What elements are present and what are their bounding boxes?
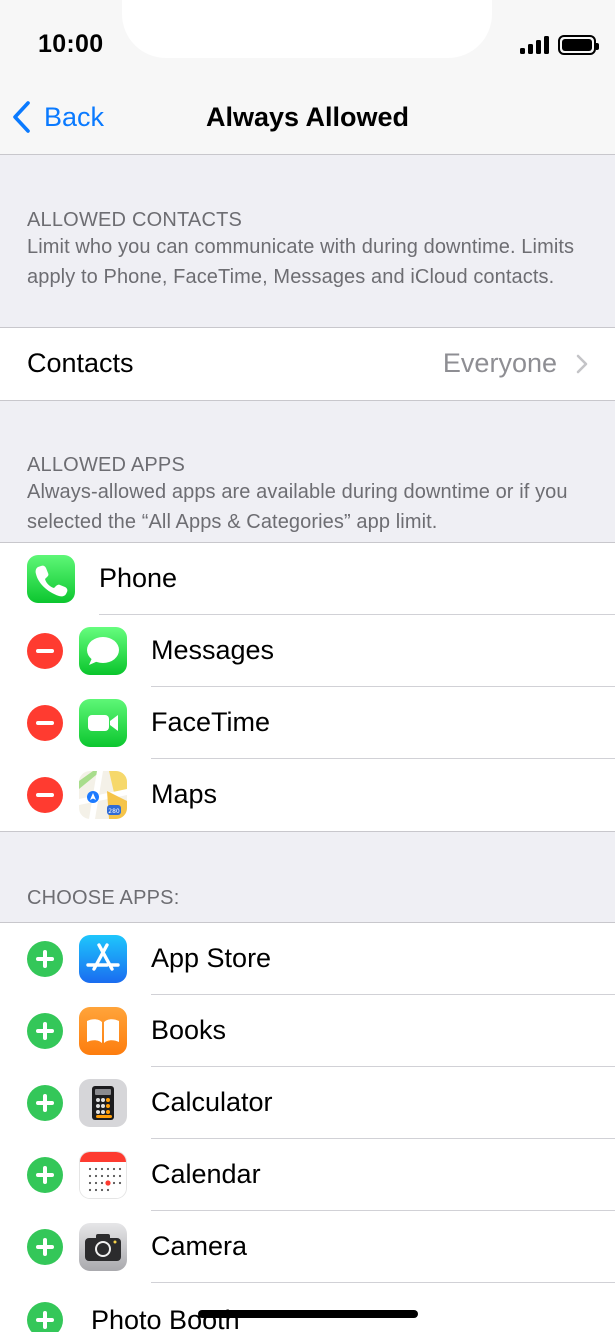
facetime-icon xyxy=(79,699,127,747)
home-indicator xyxy=(198,1310,418,1318)
battery-icon xyxy=(558,35,599,55)
add-photo-booth-button[interactable] xyxy=(27,1302,63,1332)
page-title: Always Allowed xyxy=(205,102,410,132)
list-item-calendar: Calendar xyxy=(0,1139,615,1211)
add-camera-button[interactable] xyxy=(27,1229,63,1265)
maps-icon: 280 xyxy=(79,771,127,819)
status-bar: 10:00 xyxy=(0,0,615,80)
choose-apps-group: App Store Books Calculator Calendar Came… xyxy=(0,922,615,1332)
app-label: Books xyxy=(151,1015,227,1045)
list-item-maps: 280 Maps xyxy=(0,759,615,831)
remove-messages-button[interactable] xyxy=(27,633,63,669)
add-books-button[interactable] xyxy=(27,1013,63,1049)
app-label: Camera xyxy=(151,1231,248,1261)
choose-apps-header: CHOOSE APPS: xyxy=(27,887,180,909)
app-label: FaceTime xyxy=(151,707,271,737)
list-item-photo-booth: Photo Booth xyxy=(0,1283,615,1332)
allowed-apps-header: ALLOWED APPS xyxy=(27,454,186,476)
contacts-row[interactable]: Contacts Everyone xyxy=(0,328,615,400)
remove-maps-button[interactable] xyxy=(27,777,63,813)
chevron-right-icon xyxy=(576,354,588,374)
list-item-books: Books xyxy=(0,995,615,1067)
app-label: Calendar xyxy=(151,1159,261,1189)
camera-icon xyxy=(79,1223,127,1271)
list-item-app-store: App Store xyxy=(0,923,615,995)
add-app-store-button[interactable] xyxy=(27,941,63,977)
app-label: Messages xyxy=(151,635,275,665)
svg-text:280: 280 xyxy=(108,808,120,815)
navigation-bar: Back Always Allowed xyxy=(0,80,615,155)
app-label: Maps xyxy=(151,779,218,809)
app-store-icon xyxy=(79,935,127,983)
app-label: Calculator xyxy=(151,1087,273,1117)
status-time: 10:00 xyxy=(38,30,104,58)
cellular-signal-icon xyxy=(520,36,550,54)
contacts-group: Contacts Everyone xyxy=(0,327,615,401)
notch xyxy=(122,0,492,58)
allowed-apps-group: Phone Messages FaceTime 280 Maps xyxy=(0,542,615,832)
add-calculator-button[interactable] xyxy=(27,1085,63,1121)
messages-icon xyxy=(79,627,127,675)
allowed-apps-description: Always-allowed apps are available during… xyxy=(27,481,568,533)
app-label: Phone xyxy=(99,563,178,593)
list-item-calculator: Calculator xyxy=(0,1067,615,1139)
app-label: App Store xyxy=(151,943,272,973)
books-icon xyxy=(79,1007,127,1055)
list-item-facetime: FaceTime xyxy=(0,687,615,759)
phone-icon xyxy=(27,555,75,603)
calendar-icon xyxy=(79,1151,127,1199)
list-item-messages: Messages xyxy=(0,615,615,687)
list-item-phone[interactable]: Phone xyxy=(0,543,615,615)
remove-facetime-button[interactable] xyxy=(27,705,63,741)
contacts-label: Contacts xyxy=(27,348,134,378)
list-item-camera: Camera xyxy=(0,1211,615,1283)
allowed-contacts-header: ALLOWED CONTACTS xyxy=(27,209,243,231)
allowed-contacts-description: Limit who you can communicate with durin… xyxy=(27,236,575,288)
contacts-value: Everyone xyxy=(442,348,557,378)
calculator-icon xyxy=(79,1079,127,1127)
add-calendar-button[interactable] xyxy=(27,1157,63,1193)
